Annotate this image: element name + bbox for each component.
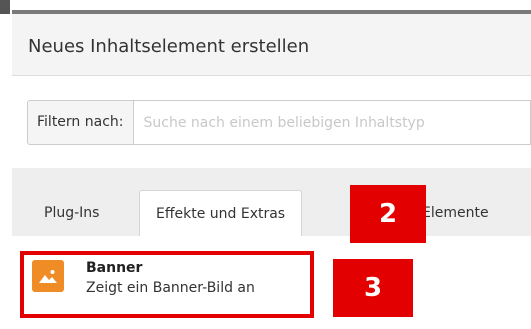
filter-group: Filtern nach: [27, 100, 531, 145]
annotation-highlight-box [20, 251, 314, 318]
tab-bar: Plug-Ins Effekte und Extras Elemente [12, 168, 531, 236]
filter-label: Filtern nach: [27, 100, 134, 145]
window-top-strip [0, 0, 531, 14]
annotation-marker-2: 2 [350, 185, 426, 243]
tab-plug-ins[interactable]: Plug-Ins [28, 190, 115, 236]
filter-search-input[interactable] [133, 100, 531, 145]
window-left-edge [0, 0, 10, 14]
annotation-marker-3: 3 [333, 259, 413, 317]
modal-header: Neues Inhaltselement erstellen [12, 14, 531, 76]
tab-effekte-und-extras[interactable]: Effekte und Extras [139, 190, 303, 236]
modal-title: Neues Inhaltselement erstellen [28, 36, 310, 57]
